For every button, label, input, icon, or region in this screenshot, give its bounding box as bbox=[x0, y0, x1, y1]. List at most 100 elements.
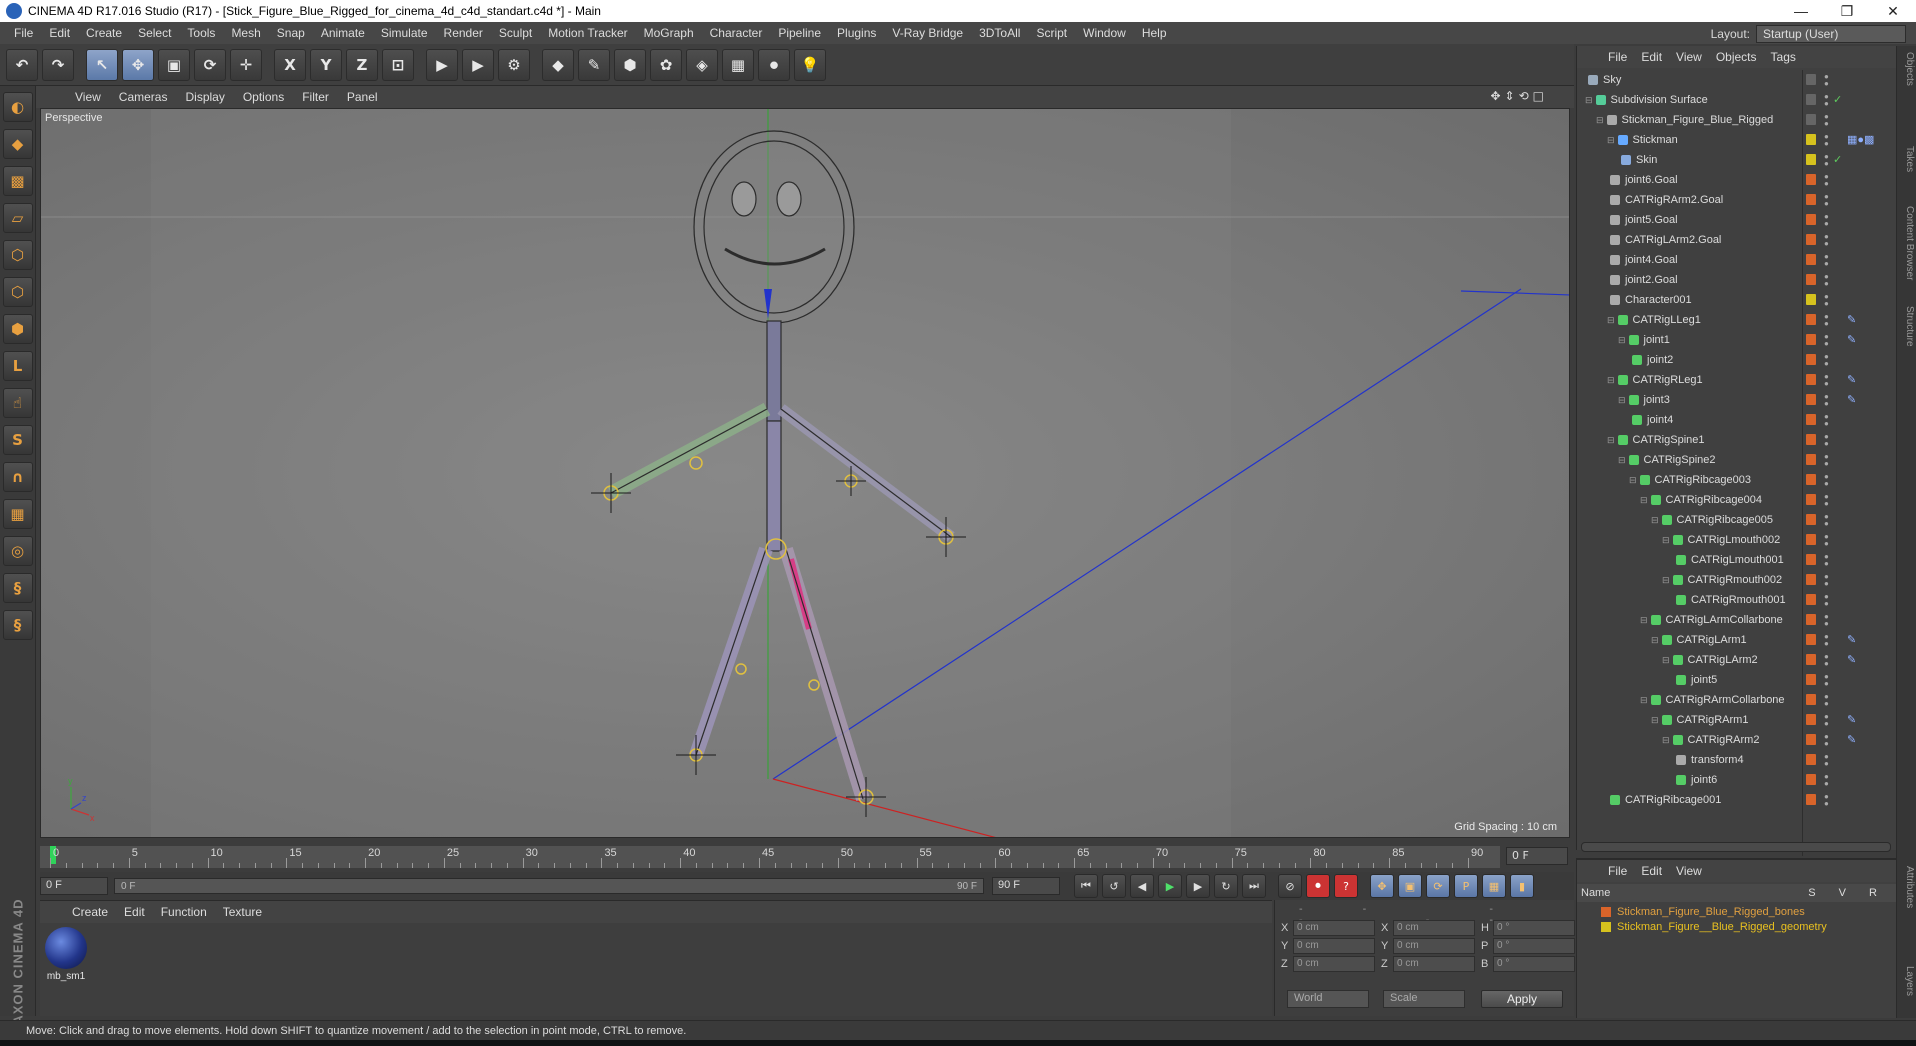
viewport-menu-filter[interactable]: Filter bbox=[293, 90, 338, 104]
object-row[interactable]: ⊟ CATRigSpine2 ● ● bbox=[1577, 450, 1897, 470]
size-mode-dropdown[interactable]: Scale bbox=[1383, 990, 1465, 1008]
layer-color-swatch[interactable] bbox=[1806, 254, 1816, 265]
object-menu-objects[interactable]: Objects bbox=[1709, 50, 1764, 64]
menu-select[interactable]: Select bbox=[130, 26, 179, 40]
play-icon[interactable]: ▶ bbox=[1158, 874, 1182, 898]
object-row[interactable]: joint5 ● ● bbox=[1577, 670, 1897, 690]
layer-color-swatch[interactable] bbox=[1806, 754, 1816, 765]
render-picture-viewer-icon[interactable]: ▶ bbox=[462, 48, 494, 81]
layer-color-swatch[interactable] bbox=[1806, 294, 1816, 305]
layer-row[interactable]: Stickman_Figure_Blue_Rigged_bones bbox=[1577, 904, 1897, 920]
layer-menu-edit[interactable]: Edit bbox=[1634, 864, 1669, 878]
key-param-icon[interactable]: P bbox=[1454, 874, 1478, 898]
frame-range-slider[interactable]: 0 F 90 F bbox=[114, 878, 984, 894]
object-row[interactable]: joint5.Goal ● ● bbox=[1577, 210, 1897, 230]
coordinate-value-field[interactable]: 0 cm bbox=[1393, 938, 1475, 954]
layer-color-swatch[interactable] bbox=[1806, 174, 1816, 185]
visibility-dots-icon[interactable]: ● ● bbox=[1824, 413, 1829, 428]
go-start-icon[interactable]: ⏮ bbox=[1074, 874, 1098, 898]
tree-toggle-icon[interactable]: ⊟ bbox=[1607, 135, 1615, 146]
tree-toggle-icon[interactable]: ⊟ bbox=[1618, 455, 1626, 466]
visibility-dots-icon[interactable]: ● ● bbox=[1824, 73, 1829, 88]
layer-color-swatch[interactable] bbox=[1806, 694, 1816, 705]
visibility-dots-icon[interactable]: ● ● bbox=[1824, 173, 1829, 188]
layer-color-swatch[interactable] bbox=[1806, 614, 1816, 625]
menu-window[interactable]: Window bbox=[1075, 26, 1134, 40]
layer-menu-view[interactable]: View bbox=[1669, 864, 1709, 878]
layout-dropdown[interactable]: Startup (User) bbox=[1756, 25, 1906, 43]
visibility-dots-icon[interactable]: ● ● bbox=[1824, 713, 1829, 728]
next-frame-icon[interactable]: ▶ bbox=[1186, 874, 1210, 898]
menu-create[interactable]: Create bbox=[78, 26, 130, 40]
menu-file[interactable]: File bbox=[6, 26, 41, 40]
polygons-mode-icon[interactable]: ⬢ bbox=[2, 314, 33, 344]
layer-color-swatch[interactable] bbox=[1806, 774, 1816, 785]
object-row[interactable]: transform4 ● ● bbox=[1577, 750, 1897, 770]
magnet-icon[interactable]: ∩ bbox=[2, 462, 33, 492]
visibility-dots-icon[interactable]: ● ● bbox=[1824, 113, 1829, 128]
layer-color-swatch[interactable] bbox=[1806, 314, 1816, 325]
menu-render[interactable]: Render bbox=[436, 26, 491, 40]
snap-icon[interactable]: ◎ bbox=[2, 536, 33, 566]
object-row[interactable]: CATRigRibcage001 ● ● bbox=[1577, 790, 1897, 810]
tree-toggle-icon[interactable]: ⊟ bbox=[1651, 515, 1659, 526]
tree-toggle-icon[interactable]: ⊟ bbox=[1618, 395, 1626, 406]
material-menu-texture[interactable]: Texture bbox=[215, 905, 270, 919]
object-row[interactable]: ⊟ CATRigLArmCollarbone ● ● bbox=[1577, 610, 1897, 630]
object-row[interactable]: ⊟ CATRigLLeg1 ● ● ✎ bbox=[1577, 310, 1897, 330]
object-row[interactable]: ⊟ CATRigRibcage004 ● ● bbox=[1577, 490, 1897, 510]
tree-toggle-icon[interactable]: ⊟ bbox=[1640, 495, 1648, 506]
layer-color-swatch[interactable] bbox=[1806, 594, 1816, 605]
close-button[interactable]: ✕ bbox=[1870, 3, 1916, 20]
tree-toggle-icon[interactable]: ⊟ bbox=[1640, 615, 1648, 626]
tree-toggle-icon[interactable]: ⊟ bbox=[1607, 315, 1615, 326]
tree-toggle-icon[interactable]: ⊟ bbox=[1651, 715, 1659, 726]
layer-color-swatch[interactable] bbox=[1806, 454, 1816, 465]
autokey-icon[interactable]: ? bbox=[1334, 874, 1358, 898]
layer-color-swatch[interactable] bbox=[1806, 394, 1816, 405]
floor-icon[interactable]: ▦ bbox=[722, 48, 754, 81]
z-axis-icon[interactable]: Z bbox=[346, 48, 378, 81]
layer-color-swatch[interactable] bbox=[1806, 534, 1816, 545]
menu-3dtoall[interactable]: 3DToAll bbox=[971, 26, 1028, 40]
layer-color-swatch[interactable] bbox=[1806, 734, 1816, 745]
tab-layers[interactable]: Layers bbox=[1899, 966, 1915, 996]
python-icon[interactable]: § bbox=[2, 573, 33, 603]
visibility-dots-icon[interactable]: ● ● bbox=[1824, 493, 1829, 508]
render-settings-icon[interactable]: ⚙ bbox=[498, 48, 530, 81]
tree-toggle-icon[interactable]: ⊟ bbox=[1662, 655, 1670, 666]
layer-color-swatch[interactable] bbox=[1806, 134, 1816, 145]
key-pla-icon[interactable]: ▦ bbox=[1482, 874, 1506, 898]
menu-motion-tracker[interactable]: Motion Tracker bbox=[540, 26, 635, 40]
key-rotation-icon[interactable]: ⟳ bbox=[1426, 874, 1450, 898]
end-frame-field[interactable]: 90 F bbox=[992, 877, 1060, 895]
x-axis-icon[interactable]: X bbox=[274, 48, 306, 81]
start-frame-field[interactable]: 0 F bbox=[40, 877, 108, 895]
coordinate-space-dropdown[interactable]: World bbox=[1287, 990, 1369, 1008]
layer-color-swatch[interactable] bbox=[1806, 414, 1816, 425]
light-icon[interactable]: 💡 bbox=[794, 48, 826, 81]
layer-color-swatch[interactable] bbox=[1806, 474, 1816, 485]
object-row[interactable]: joint4.Goal ● ● bbox=[1577, 250, 1897, 270]
material-preview-sphere[interactable] bbox=[45, 927, 87, 969]
visibility-dots-icon[interactable]: ● ● bbox=[1824, 353, 1829, 368]
menu-mograph[interactable]: MoGraph bbox=[636, 26, 702, 40]
visibility-dots-icon[interactable]: ● ● bbox=[1824, 533, 1829, 548]
tree-toggle-icon[interactable]: ⊟ bbox=[1618, 335, 1626, 346]
array-icon[interactable]: ✿ bbox=[650, 48, 682, 81]
object-manager-scrollbar[interactable] bbox=[1581, 842, 1891, 852]
subdivision-icon[interactable]: ⬢ bbox=[614, 48, 646, 81]
visibility-dots-icon[interactable]: ● ● bbox=[1824, 573, 1829, 588]
cube-icon[interactable]: ◆ bbox=[542, 48, 574, 81]
render-view-icon[interactable]: ▶ bbox=[426, 48, 458, 81]
layer-row[interactable]: Stickman_Figure__Blue_Rigged_geometry bbox=[1577, 919, 1897, 935]
viewport-menu-cameras[interactable]: Cameras bbox=[110, 90, 177, 104]
object-row[interactable]: Skin ● ● ✓ bbox=[1577, 150, 1897, 170]
timeline[interactable]: 0 5 10 15 20 25 30 35 40 45 50 55 60 65 70 75 80 85 90 0 F bbox=[40, 842, 1570, 870]
visibility-dots-icon[interactable]: ● ● bbox=[1824, 393, 1829, 408]
layer-color-swatch[interactable] bbox=[1806, 74, 1816, 85]
tab-structure[interactable]: Structure bbox=[1899, 306, 1915, 347]
viewport-menu-view[interactable]: View bbox=[66, 90, 110, 104]
visibility-dots-icon[interactable]: ● ● bbox=[1824, 213, 1829, 228]
tab-attributes[interactable]: Attributes bbox=[1899, 866, 1915, 908]
